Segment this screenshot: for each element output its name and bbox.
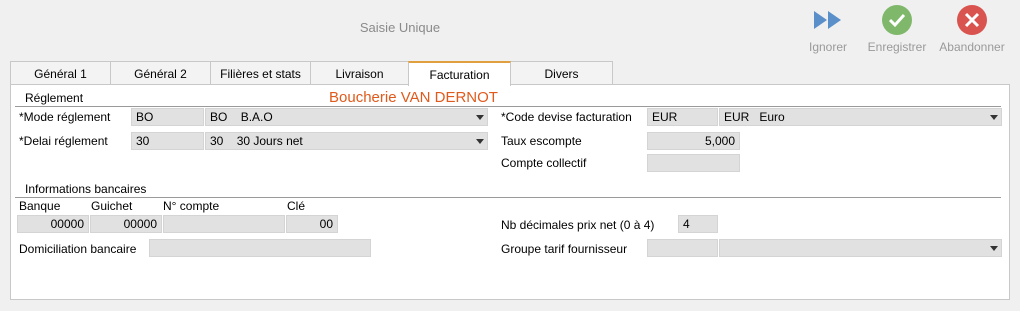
- domiciliation-label: Domiciliation bancaire: [19, 242, 137, 256]
- delai-reglement-select[interactable]: 30 30 Jours net: [205, 132, 488, 150]
- guichet-input[interactable]: 00000: [90, 215, 162, 233]
- groupe-tarif-code-input[interactable]: [647, 239, 718, 257]
- compte-label: N° compte: [163, 199, 220, 213]
- bank-separator: [15, 197, 1001, 198]
- close-icon: [956, 4, 988, 36]
- decimales-label: Nb décimales prix net (0 à 4): [501, 218, 655, 232]
- mode-reglement-select-code: BO: [210, 110, 228, 124]
- reglement-section-title: Réglement: [25, 91, 84, 105]
- mode-reglement-code-input[interactable]: BO: [131, 108, 204, 126]
- code-devise-select[interactable]: EUR Euro: [719, 108, 1002, 126]
- taux-escompte-label: Taux escompte: [501, 134, 582, 148]
- guichet-label: Guichet: [91, 199, 133, 213]
- banque-label: Banque: [19, 199, 61, 213]
- bank-section-title: Informations bancaires: [25, 182, 147, 196]
- mode-reglement-select[interactable]: BO B.A.O: [205, 108, 488, 126]
- window-title: Saisie Unique: [359, 20, 441, 35]
- taux-escompte-input[interactable]: 5,000: [647, 132, 740, 150]
- code-devise-select-text: Euro: [759, 110, 785, 124]
- cancel-button[interactable]: Abandonner: [933, 4, 1011, 54]
- cle-input[interactable]: 00: [286, 215, 338, 233]
- reglement-separator: [15, 106, 1001, 107]
- tab-divers[interactable]: Divers: [510, 61, 613, 84]
- numero-compte-input[interactable]: [163, 215, 285, 233]
- mode-reglement-label: *Mode réglement: [19, 110, 111, 124]
- banque-input[interactable]: 00000: [17, 215, 89, 233]
- chevron-down-icon: [476, 115, 484, 120]
- tab-general-2[interactable]: Général 2: [110, 61, 211, 84]
- fast-forward-icon: [812, 4, 844, 36]
- code-devise-select-code: EUR: [724, 110, 750, 124]
- delai-reglement-select-code: 30: [210, 134, 224, 148]
- company-name: Boucherie VAN DERNOT: [329, 89, 498, 106]
- tab-general-1[interactable]: Général 1: [10, 61, 111, 84]
- groupe-tarif-select[interactable]: [719, 239, 1002, 257]
- cle-label: Clé: [287, 199, 306, 213]
- delai-reglement-code-input[interactable]: 30: [131, 132, 204, 150]
- facturation-panel: Réglement Boucherie VAN DERNOT *Mode rég…: [10, 84, 1010, 300]
- chevron-down-icon: [990, 115, 998, 120]
- decimales-input[interactable]: 4: [678, 215, 718, 233]
- ignore-button[interactable]: Ignorer: [789, 4, 867, 54]
- tab-livraison[interactable]: Livraison: [310, 61, 409, 84]
- tab-facturation[interactable]: Facturation: [408, 61, 511, 86]
- ignore-label: Ignorer: [808, 40, 848, 54]
- code-devise-label: *Code devise facturation: [501, 110, 632, 124]
- mode-reglement-select-text: B.A.O: [240, 110, 273, 124]
- chevron-down-icon: [476, 139, 484, 144]
- chevron-down-icon: [990, 246, 998, 251]
- checkmark-icon: [881, 4, 913, 36]
- compte-collectif-input[interactable]: [647, 154, 740, 172]
- domiciliation-input[interactable]: [149, 239, 371, 257]
- save-label: Enregistrer: [867, 40, 927, 54]
- tab-filieres-stats[interactable]: Filières et stats: [210, 61, 311, 84]
- delai-reglement-label: *Delai réglement: [19, 134, 108, 148]
- delai-reglement-select-text: 30 Jours net: [236, 134, 303, 148]
- groupe-tarif-label: Groupe tarif fournisseur: [501, 242, 628, 256]
- cancel-label: Abandonner: [939, 40, 1005, 54]
- compte-collectif-label: Compte collectif: [501, 156, 587, 170]
- save-button[interactable]: Enregistrer: [858, 4, 936, 54]
- code-devise-input[interactable]: EUR: [647, 108, 718, 126]
